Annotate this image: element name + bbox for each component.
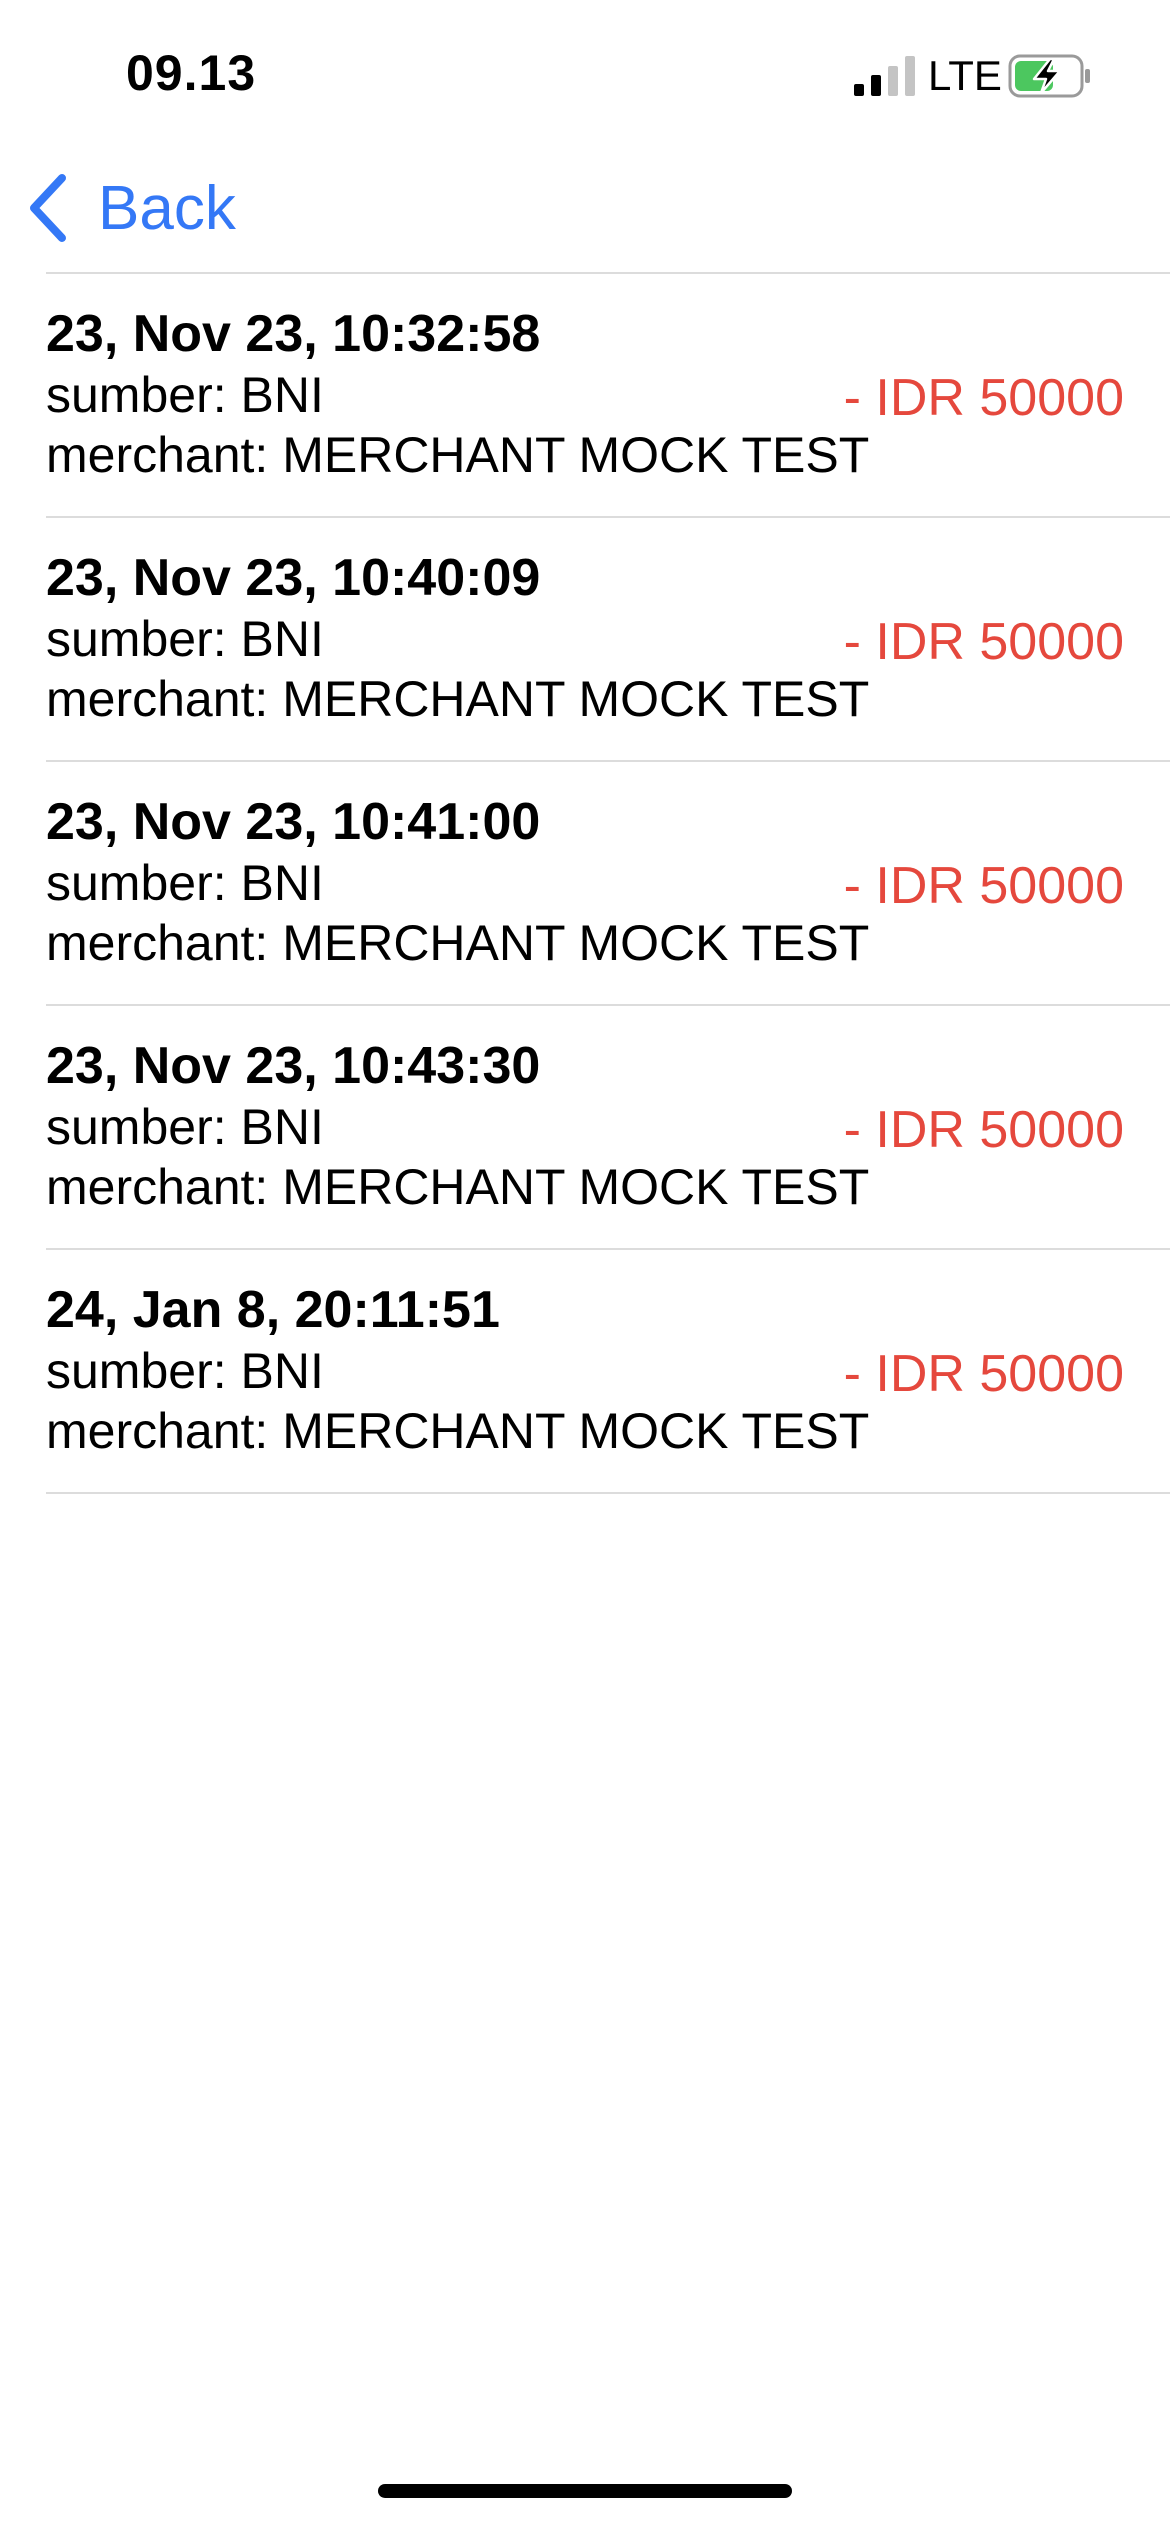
back-label: Back — [98, 173, 236, 243]
transaction-row[interactable]: 23, Nov 23, 10:40:09 sumber: BNI merchan… — [46, 518, 1170, 762]
transaction-amount: - IDR 50000 — [843, 369, 1124, 427]
transaction-row[interactable]: 23, Nov 23, 10:41:00 sumber: BNI merchan… — [46, 762, 1170, 1006]
transaction-row[interactable]: 24, Jan 8, 20:11:51 sumber: BNI merchant… — [46, 1250, 1170, 1494]
status-time: 09.13 — [126, 45, 257, 101]
navigation-bar: Back — [0, 150, 1170, 272]
home-indicator[interactable] — [378, 2484, 792, 2498]
transaction-row[interactable]: 23, Nov 23, 10:43:30 sumber: BNI merchan… — [46, 1006, 1170, 1250]
transaction-row[interactable]: 23, Nov 23, 10:32:58 sumber: BNI merchan… — [46, 274, 1170, 518]
transaction-source: sumber: BNI — [46, 1343, 324, 1399]
transaction-source: sumber: BNI — [46, 611, 324, 667]
transaction-date: 24, Jan 8, 20:11:51 — [46, 1281, 500, 1339]
battery-charging-icon — [1008, 54, 1090, 98]
transaction-amount: - IDR 50000 — [843, 1345, 1124, 1403]
transaction-date: 23, Nov 23, 10:40:09 — [46, 549, 541, 607]
transaction-amount: - IDR 50000 — [843, 857, 1124, 915]
transaction-source: sumber: BNI — [46, 367, 324, 423]
status-bar: 09.13 LTE — [0, 0, 1170, 150]
transaction-list: 23, Nov 23, 10:32:58 sumber: BNI merchan… — [0, 274, 1170, 1494]
transaction-merchant: merchant: MERCHANT MOCK TEST — [46, 671, 870, 727]
transaction-source: sumber: BNI — [46, 855, 324, 911]
transaction-date: 23, Nov 23, 10:32:58 — [46, 305, 541, 363]
cellular-signal-icon — [854, 56, 915, 96]
transaction-amount: - IDR 50000 — [843, 1101, 1124, 1159]
transaction-merchant: merchant: MERCHANT MOCK TEST — [46, 427, 870, 483]
transaction-merchant: merchant: MERCHANT MOCK TEST — [46, 915, 870, 971]
transaction-amount: - IDR 50000 — [843, 613, 1124, 671]
transaction-date: 23, Nov 23, 10:43:30 — [46, 1037, 541, 1095]
transaction-merchant: merchant: MERCHANT MOCK TEST — [46, 1403, 870, 1459]
transaction-merchant: merchant: MERCHANT MOCK TEST — [46, 1159, 870, 1215]
transaction-date: 23, Nov 23, 10:41:00 — [46, 793, 541, 851]
transaction-source: sumber: BNI — [46, 1099, 324, 1155]
network-type: LTE — [928, 52, 1002, 99]
back-button[interactable]: Back — [26, 168, 236, 248]
chevron-left-icon — [30, 174, 66, 242]
